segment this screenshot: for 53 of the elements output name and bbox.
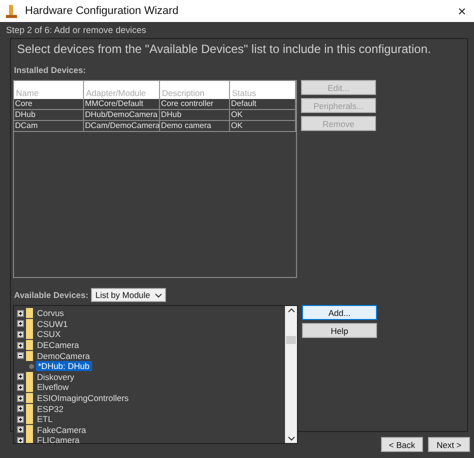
scroll-thumb[interactable]	[286, 336, 296, 344]
table-cell: DHub/DemoCamera	[84, 110, 160, 121]
expand-icon[interactable]	[17, 405, 24, 412]
action-button[interactable]: Add...	[302, 305, 377, 320]
tree-item[interactable]: CSUX	[35, 329, 63, 340]
tree-item[interactable]: CSUW1	[35, 318, 70, 329]
step-label: Step 2 of 6: Add or remove devices	[5, 24, 148, 37]
table-cell: Default	[230, 99, 296, 110]
expand-icon[interactable]	[17, 394, 24, 402]
expand-icon[interactable]	[17, 384, 24, 391]
chevron-down-icon[interactable]	[155, 292, 162, 298]
tree-item[interactable]: ESP32	[35, 404, 66, 414]
nav-button[interactable]: Next >	[428, 437, 470, 452]
section-label: Available Devices:	[14, 290, 88, 300]
tree-item[interactable]: FakeCamera	[35, 424, 88, 435]
tree-item[interactable]: Elveflow	[35, 382, 71, 392]
table-cell: DHub	[160, 110, 230, 121]
scroll-up-icon[interactable]	[288, 308, 294, 313]
expand-icon[interactable]	[17, 436, 24, 443]
nav-button[interactable]: < Back	[381, 437, 423, 452]
expand-icon[interactable]	[17, 330, 24, 338]
table-cell: OK	[230, 121, 296, 132]
tree-item[interactable]: ESIOImagingControllers	[35, 393, 131, 404]
table-cell: OK	[230, 110, 296, 121]
section-label: Installed Devices:	[14, 65, 86, 75]
tree-item[interactable]: *DHub: DHub	[36, 361, 92, 372]
view-dropdown[interactable]: List by Module	[91, 288, 166, 302]
table-cell: Demo camera	[160, 121, 230, 132]
window-title: Hardware Configuration Wizard	[25, 5, 180, 17]
scroll-down-icon[interactable]	[288, 436, 294, 441]
close-button[interactable]: ×	[458, 3, 466, 19]
expand-icon[interactable]	[17, 426, 24, 434]
collapse-icon[interactable]	[17, 352, 24, 360]
tree-item[interactable]: Diskovery	[35, 372, 76, 382]
table-cell: Core controller	[160, 99, 230, 110]
expand-icon[interactable]	[17, 342, 24, 349]
app-icon	[6, 4, 17, 18]
expand-icon[interactable]	[17, 320, 24, 328]
expand-icon[interactable]	[17, 373, 24, 380]
table-cell: Core	[14, 99, 84, 110]
tree-item[interactable]: DemoCamera	[35, 350, 92, 361]
action-button[interactable]: Help	[302, 323, 377, 338]
tree-item[interactable]: DECamera	[35, 340, 82, 350]
expand-icon[interactable]	[17, 416, 24, 423]
expand-icon[interactable]	[17, 310, 24, 317]
table-cell: MMCore/Default	[84, 99, 160, 110]
scrollbar[interactable]	[285, 306, 297, 443]
tree-item[interactable]: ETL	[35, 414, 55, 424]
instruction-text: Select devices from the "Available Devices" list to include in this configuration.	[16, 42, 432, 56]
table-cell: DCam	[14, 121, 84, 132]
tree-item[interactable]: Corvus	[35, 308, 66, 318]
table-cell: DHub	[14, 110, 84, 121]
device-dot-icon	[29, 364, 34, 369]
